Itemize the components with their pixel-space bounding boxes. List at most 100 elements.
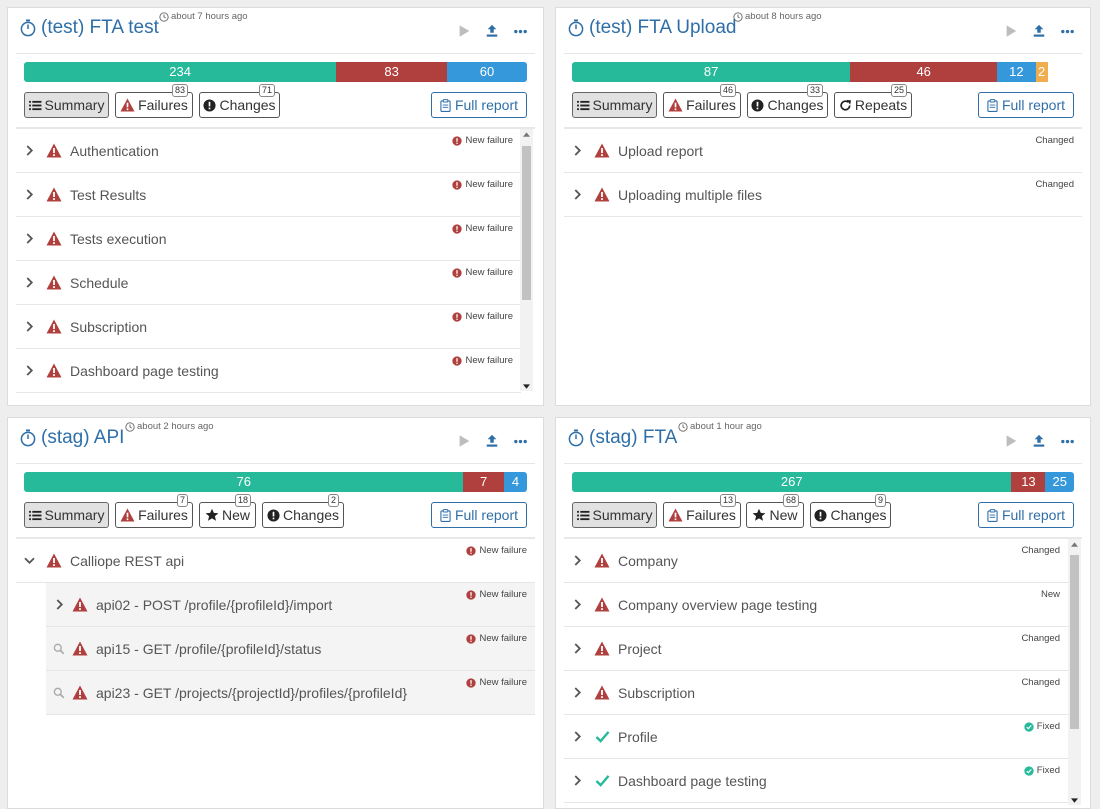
scroll-up-icon[interactable] <box>1068 539 1081 549</box>
scroll-down-icon[interactable] <box>520 381 533 391</box>
upload-icon[interactable] <box>483 432 501 450</box>
list-item[interactable]: Company overview page testing New <box>564 583 1068 627</box>
failures-count-badge: 13 <box>719 494 736 507</box>
chevron-right-icon[interactable] <box>566 554 588 567</box>
scroll-up-icon[interactable] <box>520 129 533 139</box>
failed-segment[interactable]: 83 <box>336 62 447 82</box>
skipped-segment[interactable]: 60 <box>446 62 527 82</box>
list-item[interactable]: api15 - GET /profile/{profileId}/status … <box>46 627 535 671</box>
scroll-down-icon[interactable] <box>1068 795 1081 805</box>
more-options-icon[interactable] <box>1058 22 1076 40</box>
failures-button[interactable]: Failures 13 <box>663 494 741 528</box>
list-item[interactable]: Uploading multiple files Changed <box>564 173 1082 217</box>
full-report-button[interactable]: Full report <box>977 502 1074 528</box>
chevron-right-icon[interactable] <box>18 232 40 245</box>
list-item[interactable]: api02 - POST /profile/{profileId}/import… <box>46 583 535 627</box>
list-item[interactable]: Subscription Changed <box>564 671 1068 715</box>
skipped-segment[interactable]: 12 <box>997 62 1036 82</box>
divider <box>564 463 1082 464</box>
list-item[interactable]: Authentication New failure <box>16 129 521 173</box>
upload-icon[interactable] <box>483 22 501 40</box>
scrollbar-thumb[interactable] <box>1070 555 1079 729</box>
skipped-segment[interactable]: 4 <box>503 472 527 492</box>
changes-button[interactable]: Changes 2 <box>262 494 344 528</box>
skipped-segment[interactable]: 25 <box>1045 472 1074 492</box>
failed-segment[interactable]: 7 <box>463 472 504 492</box>
list-item[interactable]: Schedule New failure <box>16 261 521 305</box>
play-icon[interactable] <box>1002 432 1020 450</box>
list-item[interactable]: Profile Fixed <box>564 715 1068 759</box>
changes-button[interactable]: Changes 71 <box>199 84 280 118</box>
play-icon[interactable] <box>1002 22 1020 40</box>
chevron-right-icon[interactable] <box>566 686 588 699</box>
scrollbar[interactable] <box>520 129 533 391</box>
failed-segment[interactable]: 13 <box>1011 472 1046 492</box>
summary-button[interactable]: Summary <box>572 502 657 528</box>
changes-button[interactable]: Changes 33 <box>747 84 828 118</box>
status-badge: Changed <box>1035 135 1074 146</box>
upload-icon[interactable] <box>1030 432 1048 450</box>
repeats-button[interactable]: Repeats 25 <box>834 84 912 118</box>
chevron-right-icon[interactable] <box>566 642 588 655</box>
list-item[interactable]: Project Changed <box>564 627 1068 671</box>
status-badge: Changed <box>1035 179 1074 190</box>
chevron-right-icon[interactable] <box>566 188 588 201</box>
search-icon[interactable] <box>48 643 70 655</box>
new-button[interactable]: New 68 <box>746 494 804 528</box>
chevron-right-icon[interactable] <box>18 364 40 377</box>
panel-title[interactable]: (test) FTA Upload <box>568 17 736 39</box>
chevron-right-icon[interactable] <box>18 188 40 201</box>
chevron-down-icon[interactable] <box>18 556 40 565</box>
more-options-icon[interactable] <box>1058 432 1076 450</box>
chevron-right-icon[interactable] <box>566 730 588 743</box>
failures-button[interactable]: Failures 46 <box>663 84 741 118</box>
changes-button[interactable]: Changes 9 <box>810 494 891 528</box>
list-item[interactable]: Test Results New failure <box>16 173 521 217</box>
play-icon[interactable] <box>455 432 473 450</box>
failures-button[interactable]: Failures 7 <box>115 494 193 528</box>
new-button[interactable]: New 18 <box>199 494 256 528</box>
list-item[interactable]: Dashboard page testing Fixed <box>564 759 1068 803</box>
status-badge: New failure <box>466 633 527 644</box>
list-icon <box>577 100 590 111</box>
timer-icon <box>568 19 584 37</box>
summary-button[interactable]: Summary <box>24 92 109 118</box>
full-report-button[interactable]: Full report <box>430 92 527 118</box>
list-item[interactable]: Tests execution New failure <box>16 217 521 261</box>
summary-button[interactable]: Summary <box>24 502 109 528</box>
search-icon[interactable] <box>48 687 70 699</box>
chevron-right-icon[interactable] <box>48 598 70 611</box>
list-item[interactable]: api23 - GET /projects/{projectId}/profil… <box>46 671 535 715</box>
more-options-icon[interactable] <box>511 22 529 40</box>
failed-segment[interactable]: 46 <box>850 62 998 82</box>
status-badge: New failure <box>466 545 527 556</box>
scrollbar[interactable] <box>1068 539 1081 805</box>
panel-title[interactable]: (stag) API <box>20 427 124 449</box>
scrollbar-thumb[interactable] <box>522 146 531 300</box>
panel-title[interactable]: (stag) FTA <box>568 427 677 449</box>
failures-button[interactable]: Failures 83 <box>115 84 193 118</box>
passed-segment[interactable]: 267 <box>572 472 1012 492</box>
chevron-right-icon[interactable] <box>566 774 588 787</box>
chevron-right-icon[interactable] <box>18 276 40 289</box>
more-options-icon[interactable] <box>511 432 529 450</box>
chevron-right-icon[interactable] <box>566 144 588 157</box>
panel-title[interactable]: (test) FTA test <box>20 17 159 39</box>
list-item[interactable]: Dashboard page testing New failure <box>16 349 521 393</box>
list-item[interactable]: Company Changed <box>564 539 1068 583</box>
upload-icon[interactable] <box>1030 22 1048 40</box>
other-segment[interactable]: 2 <box>1035 62 1048 82</box>
chevron-right-icon[interactable] <box>566 598 588 611</box>
chevron-right-icon[interactable] <box>18 320 40 333</box>
play-icon[interactable] <box>455 22 473 40</box>
passed-segment[interactable]: 234 <box>24 62 337 82</box>
list-item-expanded[interactable]: Calliope REST api New failure <box>16 539 535 583</box>
full-report-button[interactable]: Full report <box>977 92 1074 118</box>
chevron-right-icon[interactable] <box>18 144 40 157</box>
list-item[interactable]: Upload report Changed <box>564 129 1082 173</box>
passed-segment[interactable]: 87 <box>572 62 851 82</box>
summary-button[interactable]: Summary <box>572 92 657 118</box>
list-item[interactable]: Subscription New failure <box>16 305 521 349</box>
full-report-button[interactable]: Full report <box>430 502 527 528</box>
passed-segment[interactable]: 76 <box>24 472 464 492</box>
